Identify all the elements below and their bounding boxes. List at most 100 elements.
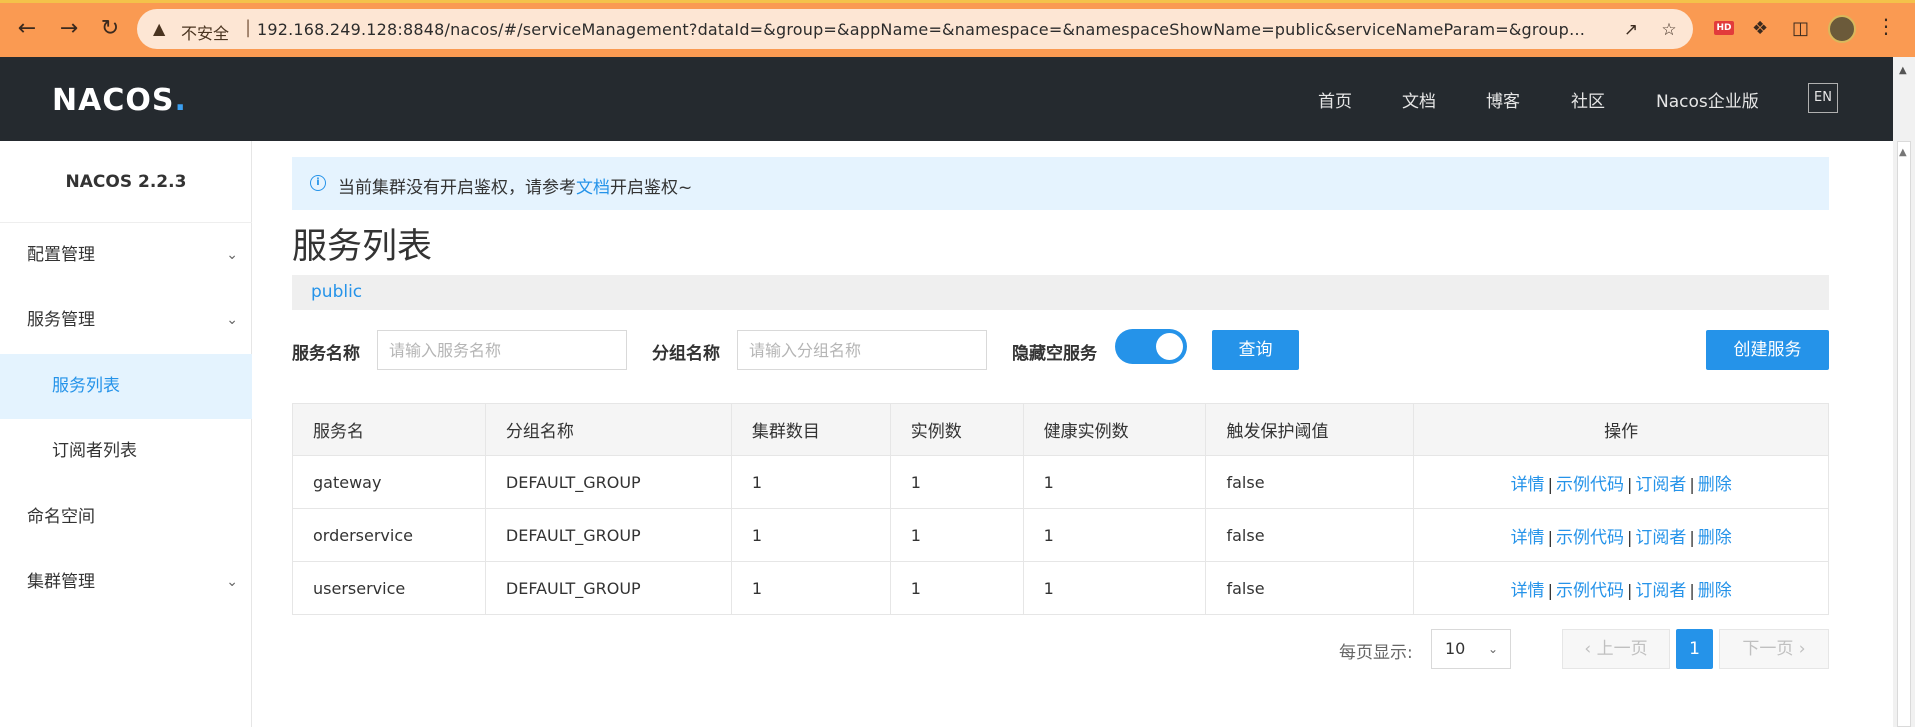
column-header: 触发保护阈值 <box>1205 403 1415 456</box>
column-header: 操作 <box>1413 403 1829 456</box>
detail-link[interactable]: 详情 <box>1511 475 1545 495</box>
sidebar-item-config[interactable]: 配置管理 ⌄ <box>0 223 252 288</box>
cell-clusters: 1 <box>730 561 891 615</box>
sidebar-item-subscribers[interactable]: 订阅者列表 <box>0 419 252 484</box>
action-separator: | <box>1689 474 1695 494</box>
back-icon[interactable]: ← <box>14 16 40 42</box>
per-page-select[interactable]: 10 ⌄ <box>1431 629 1511 669</box>
cell-healthy: 1 <box>1022 455 1207 509</box>
cell-protect-threshold: false <box>1205 455 1415 509</box>
hd-extension-icon[interactable]: HD <box>1714 21 1734 35</box>
forward-icon[interactable]: → <box>56 16 82 42</box>
cell-clusters: 1 <box>730 455 891 509</box>
profile-avatar[interactable] <box>1828 15 1856 43</box>
subscribers-link[interactable]: 订阅者 <box>1635 528 1686 548</box>
next-page-button[interactable]: 下一页 › <box>1719 629 1829 669</box>
sample-code-link[interactable]: 示例代码 <box>1556 528 1624 548</box>
logo-text: NACOS <box>52 83 175 118</box>
group-name-input[interactable] <box>737 330 987 370</box>
browser-top-strip <box>0 0 1915 3</box>
nav-enterprise[interactable]: Nacos企业版 <box>1656 87 1759 112</box>
docs-link[interactable]: 文档 <box>576 178 610 198</box>
cell-instances: 1 <box>889 561 1024 615</box>
cell-instances: 1 <box>889 508 1024 562</box>
scrollbar-thumb[interactable] <box>1897 141 1911 727</box>
table-row: orderservice DEFAULT_GROUP 1 1 1 false 详… <box>292 508 1829 562</box>
browser-menu-icon[interactable]: ⋮ <box>1876 14 1896 38</box>
insecure-label[interactable]: 不安全 <box>181 20 229 44</box>
notice-message: 当前集群没有开启鉴权，请参考文档开启鉴权~ <box>338 173 692 198</box>
column-header: 健康实例数 <box>1022 403 1207 456</box>
language-toggle-button[interactable]: EN <box>1808 83 1838 113</box>
sidebar-item-label: 集群管理 <box>27 572 95 592</box>
nav-docs[interactable]: 文档 <box>1402 87 1436 112</box>
cell-group: DEFAULT_GROUP <box>484 455 732 509</box>
chevron-down-icon: ⌄ <box>226 312 238 328</box>
namespace-bar: public <box>292 275 1829 310</box>
hide-empty-toggle[interactable] <box>1115 329 1187 364</box>
cell-instances: 1 <box>889 455 1024 509</box>
nav-community[interactable]: 社区 <box>1571 87 1605 112</box>
reload-icon[interactable]: ↻ <box>97 16 123 42</box>
prev-page-button[interactable]: ‹ 上一页 <box>1562 629 1670 669</box>
nacos-logo[interactable]: NACOS. <box>52 83 187 118</box>
service-table: 服务名 分组名称 集群数目 实例数 健康实例数 触发保护阈值 操作 gatewa… <box>292 403 1829 615</box>
chevron-down-icon: ⌄ <box>1487 642 1498 656</box>
sidebar-item-service-list[interactable]: 服务列表 <box>0 354 252 419</box>
side-panel-icon[interactable]: ◫ <box>1792 18 1809 39</box>
action-separator: | <box>1689 580 1695 600</box>
info-icon: i <box>310 175 326 191</box>
hide-empty-label: 隐藏空服务 <box>1012 344 1097 364</box>
create-service-button[interactable]: 创建服务 <box>1706 330 1829 370</box>
sidebar-item-namespace[interactable]: 命名空间 <box>0 485 252 550</box>
scroll-up-icon[interactable]: ▲ <box>1899 65 1907 76</box>
cell-protect-threshold: false <box>1205 561 1415 615</box>
chevron-left-icon: ‹ <box>1584 639 1592 659</box>
delete-link[interactable]: 删除 <box>1698 475 1732 495</box>
page-title: 服务列表 <box>292 227 433 267</box>
column-header: 服务名 <box>292 403 486 456</box>
notice-text-after: 开启鉴权~ <box>610 178 693 198</box>
subscribers-link[interactable]: 订阅者 <box>1635 475 1686 495</box>
warning-icon[interactable]: ▲ <box>153 19 165 38</box>
service-name-input[interactable] <box>377 330 627 370</box>
delete-link[interactable]: 删除 <box>1698 528 1732 548</box>
page-number-current[interactable]: 1 <box>1676 629 1713 669</box>
subscribers-link[interactable]: 订阅者 <box>1635 581 1686 601</box>
sample-code-link[interactable]: 示例代码 <box>1556 475 1624 495</box>
group-name-label: 分组名称 <box>652 344 720 364</box>
sidebar-item-cluster[interactable]: 集群管理 ⌄ <box>0 550 252 615</box>
bookmark-star-icon[interactable]: ☆ <box>1659 20 1679 40</box>
page-scrollbar[interactable]: ▲ ▲ <box>1893 57 1915 727</box>
nav-blog[interactable]: 博客 <box>1486 87 1520 112</box>
extensions-puzzle-icon[interactable]: ❖ <box>1752 18 1768 39</box>
nav-home[interactable]: 首页 <box>1318 87 1352 112</box>
auth-notice-banner: i 当前集群没有开启鉴权，请参考文档开启鉴权~ <box>292 157 1829 210</box>
namespace-tab-public[interactable]: public <box>311 282 362 302</box>
share-icon[interactable]: ↗ <box>1621 20 1641 40</box>
sample-code-link[interactable]: 示例代码 <box>1556 581 1624 601</box>
table-row: userservice DEFAULT_GROUP 1 1 1 false 详情… <box>292 561 1829 615</box>
action-separator: | <box>1689 527 1695 547</box>
cell-actions: 详情 | 示例代码 | 订阅者 | 删除 <box>1413 508 1829 562</box>
delete-link[interactable]: 删除 <box>1698 581 1732 601</box>
sidebar-item-label: 服务管理 <box>27 310 95 330</box>
scroll-up-icon[interactable]: ▲ <box>1899 147 1907 158</box>
app-header: NACOS. 首页 文档 博客 社区 Nacos企业版 EN <box>0 57 1893 141</box>
address-bar[interactable]: ▲ 不安全 | 192.168.249.128:8848/nacos/#/ser… <box>137 9 1693 49</box>
query-button[interactable]: 查询 <box>1212 330 1299 370</box>
url-text[interactable]: 192.168.249.128:8848/nacos/#/serviceMana… <box>257 20 1587 39</box>
chevron-down-icon: ⌄ <box>226 247 238 263</box>
sidebar-item-service[interactable]: 服务管理 ⌄ <box>0 288 252 353</box>
cell-group: DEFAULT_GROUP <box>484 508 732 562</box>
detail-link[interactable]: 详情 <box>1511 581 1545 601</box>
version-label: NACOS 2.2.3 <box>0 141 252 223</box>
sidebar-item-label: 配置管理 <box>27 245 95 265</box>
detail-link[interactable]: 详情 <box>1511 528 1545 548</box>
sidebar-item-label: 命名空间 <box>27 507 95 527</box>
action-separator: | <box>1626 527 1633 547</box>
sidebar-item-label: 订阅者列表 <box>52 441 137 461</box>
table-row: gateway DEFAULT_GROUP 1 1 1 false 详情 | 示例代… <box>292 455 1829 509</box>
cell-service-name: userservice <box>292 561 486 615</box>
chevron-right-icon: › <box>1798 639 1806 659</box>
